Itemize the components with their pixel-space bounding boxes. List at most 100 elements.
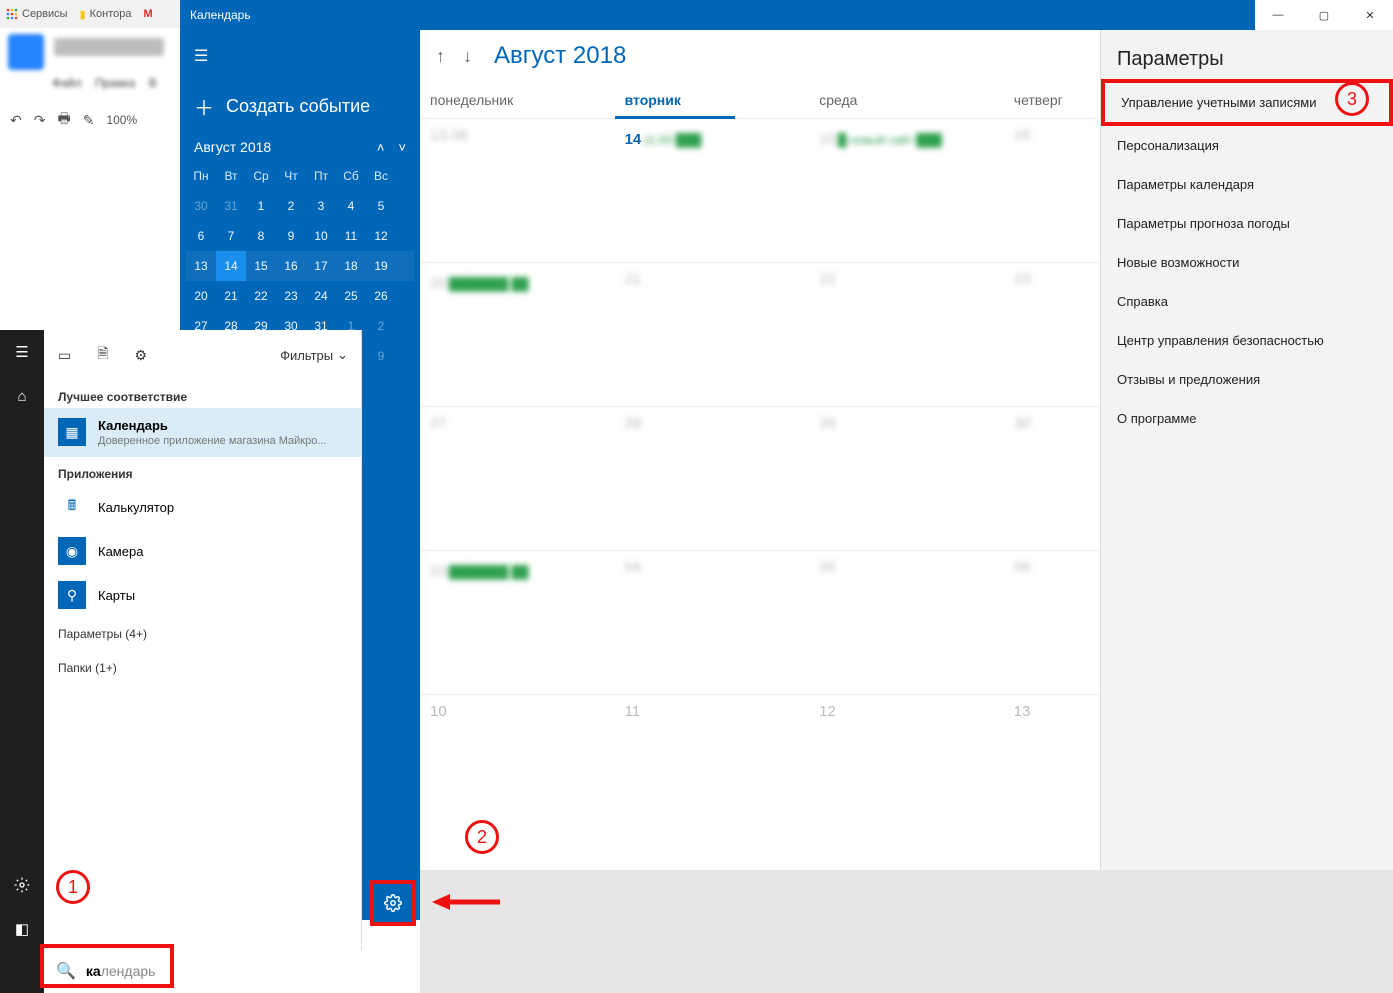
day-number[interactable]: 23 (1014, 271, 1031, 288)
day-number[interactable]: 04 (625, 559, 642, 576)
mini-day-cell[interactable]: 16 (276, 251, 306, 281)
settings-item[interactable]: Параметры прогноза погоды (1101, 204, 1393, 243)
mini-day-cell[interactable]: 15 (246, 251, 276, 281)
event-blur[interactable]: 11:00 ███ (641, 133, 703, 147)
zoom-value[interactable]: 100% (106, 113, 137, 127)
prev-period-button[interactable]: ↑ (436, 46, 445, 67)
mini-day-cell[interactable]: 17 (306, 251, 336, 281)
mini-day-cell[interactable]: 4 (336, 191, 366, 221)
dow-header[interactable]: понедельник (420, 82, 615, 118)
mini-day-cell[interactable]: 21 (216, 281, 246, 311)
hamburger-button[interactable]: ☰ (180, 30, 420, 82)
mini-day-cell[interactable]: 30 (186, 191, 216, 221)
close-button[interactable]: ✕ (1347, 0, 1393, 30)
day-number-today[interactable]: 14 (625, 131, 642, 148)
rail-power-button[interactable]: ◧ (0, 907, 44, 951)
event-blur[interactable]: █ новый сайт ███ (836, 133, 944, 147)
mini-day-cell[interactable]: 14 (216, 251, 246, 281)
bookmark-office[interactable]: ▮ Контора (74, 8, 138, 21)
mini-day-cell[interactable]: 31 (216, 191, 246, 221)
day-number[interactable]: 12 (819, 703, 836, 720)
dow-header[interactable]: среда (809, 82, 1004, 118)
settings-item[interactable]: Справка (1101, 282, 1393, 321)
app-result-camera[interactable]: ◉ Камера (44, 529, 362, 573)
day-number[interactable]: 03 (430, 563, 447, 580)
day-number[interactable]: 27 (430, 415, 447, 432)
bookmark-gmail[interactable]: M (138, 8, 159, 20)
event-blur[interactable]: ███████ ██ (447, 565, 531, 579)
docs-menu-view[interactable]: В (149, 76, 157, 90)
settings-item[interactable]: Персонализация (1101, 126, 1393, 165)
day-number[interactable]: 21 (625, 271, 642, 288)
print-icon[interactable]: 🖶 (57, 108, 70, 132)
filters-dropdown[interactable]: Фильтры ⌄ (280, 347, 348, 363)
mini-day-cell[interactable]: 26 (366, 281, 396, 311)
settings-item[interactable]: Центр управления безопасностью (1101, 321, 1393, 360)
mini-day-cell[interactable]: 2 (366, 311, 396, 341)
mini-day-cell[interactable]: 22 (246, 281, 276, 311)
mini-day-cell[interactable]: 10 (306, 221, 336, 251)
mini-day-cell[interactable]: 5 (366, 191, 396, 221)
mini-day-cell[interactable]: 7 (216, 221, 246, 251)
mini-day-cell[interactable]: 2 (276, 191, 306, 221)
mini-day-cell[interactable]: 24 (306, 281, 336, 311)
minimize-button[interactable]: ― (1255, 0, 1301, 30)
settings-gear-button[interactable] (370, 880, 416, 926)
best-match-item[interactable]: ▦ Календарь Доверенное приложение магази… (44, 408, 362, 457)
new-event-button[interactable]: ＋ Создать событие (180, 82, 420, 139)
day-number[interactable]: 29 (819, 415, 836, 432)
mini-day-cell[interactable]: 12 (366, 221, 396, 251)
day-number[interactable]: 22 (819, 271, 836, 288)
mini-day-cell[interactable]: 18 (336, 251, 366, 281)
next-period-button[interactable]: ↓ (463, 46, 472, 67)
event-blur[interactable]: ███████ ██ (447, 277, 531, 291)
redo-icon[interactable]: ↷ (34, 112, 46, 129)
mini-day-cell[interactable]: 8 (246, 221, 276, 251)
mini-day-cell[interactable]: 19 (366, 251, 396, 281)
maximize-button[interactable]: ▢ (1301, 0, 1347, 30)
settings-item[interactable]: О программе (1101, 399, 1393, 438)
day-number[interactable]: 30 (1014, 415, 1031, 432)
docs-menu-file[interactable]: Файл (52, 76, 82, 90)
day-number[interactable]: 16 (1014, 127, 1031, 144)
day-number[interactable]: 13.08 (430, 127, 468, 144)
mini-day-cell[interactable]: 20 (186, 281, 216, 311)
undo-icon[interactable]: ↶ (10, 112, 22, 129)
scope-settings-icon[interactable]: ⚙ (135, 347, 148, 364)
day-number[interactable]: 20 (430, 275, 447, 292)
day-number[interactable]: 11 (625, 703, 641, 720)
day-number[interactable]: 06 (1014, 559, 1031, 576)
apps-shortcut[interactable]: Сервисы (0, 8, 74, 20)
params-line[interactable]: Параметры (4+) (44, 617, 362, 651)
rail-home-button[interactable]: ⌂ (0, 374, 44, 418)
dow-header[interactable]: вторник (615, 82, 810, 118)
day-number[interactable]: 10 (430, 703, 447, 720)
docs-menu-edit[interactable]: Правка (95, 76, 136, 90)
mini-day-cell[interactable]: 3 (306, 191, 336, 221)
mini-next-button[interactable]: ˅ (398, 140, 406, 155)
mini-prev-button[interactable]: ˄ (377, 140, 385, 155)
mini-day-cell[interactable]: 9 (366, 341, 396, 371)
mini-day-cell[interactable]: 9 (276, 221, 306, 251)
mini-day-cell[interactable]: 11 (336, 221, 366, 251)
rail-settings-button[interactable] (0, 863, 44, 907)
rail-expand-button[interactable]: ☰ (0, 330, 44, 374)
day-number[interactable]: 05 (819, 559, 836, 576)
folders-line[interactable]: Папки (1+) (44, 651, 362, 685)
settings-item[interactable]: Параметры календаря (1101, 165, 1393, 204)
day-number[interactable]: 13 (1014, 703, 1031, 720)
day-number[interactable]: 15 (819, 131, 836, 148)
mini-day-cell[interactable]: 6 (186, 221, 216, 251)
mini-day-cell[interactable]: 25 (336, 281, 366, 311)
scope-apps-icon[interactable]: ▭ (58, 347, 71, 364)
scope-docs-icon[interactable]: 🗎 (97, 343, 108, 367)
day-number[interactable]: 28 (625, 415, 642, 432)
paint-icon[interactable]: ✎ (83, 112, 95, 129)
settings-item[interactable]: Отзывы и предложения (1101, 360, 1393, 399)
mini-day-cell[interactable]: 1 (246, 191, 276, 221)
mini-day-cell[interactable]: 23 (276, 281, 306, 311)
app-result-calculator[interactable]: 🖩 Калькулятор (44, 485, 362, 529)
mini-day-cell[interactable]: 13 (186, 251, 216, 281)
app-result-maps[interactable]: ⚲ Карты (44, 573, 362, 617)
settings-item[interactable]: Новые возможности (1101, 243, 1393, 282)
